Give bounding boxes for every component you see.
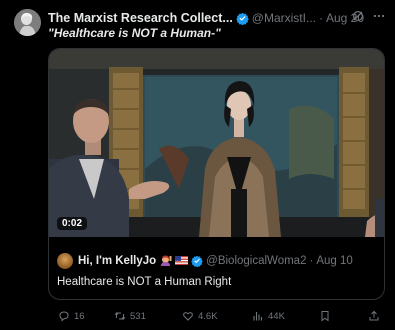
us-flag-emoji-icon (175, 255, 189, 268)
reply-button[interactable]: 16 (58, 310, 85, 322)
quoted-separator-dot: · (309, 255, 314, 267)
quoted-post-header: Hi, I'm KellyJo @BiologicalWoma2 · Aug 1… (57, 253, 353, 269)
quoted-verified-badge-icon (191, 255, 203, 267)
verified-badge-icon (236, 12, 249, 25)
quoted-author-name[interactable]: Hi, I'm KellyJo (78, 255, 156, 267)
separator-dot: · (318, 11, 323, 25)
quoted-author-handle[interactable]: @BiologicalWoma2 (206, 255, 306, 267)
author-name[interactable]: The Marxist Research Collect... (48, 11, 233, 25)
quoted-post-date[interactable]: Aug 10 (316, 255, 352, 267)
video-duration-badge: 0:02 (57, 217, 88, 230)
grok-icon[interactable] (351, 9, 365, 23)
tweet-header: The Marxist Research Collect... @Marxist… (48, 9, 389, 27)
share-button[interactable] (368, 310, 384, 322)
reply-icon (59, 311, 69, 322)
tweet[interactable]: The Marxist Research Collect... @Marxist… (0, 0, 395, 330)
repost-button[interactable]: 531 (114, 310, 146, 322)
views-icon (253, 312, 263, 321)
quoted-post-text: Healthcare is NOT a Human Right (57, 276, 232, 288)
author-handle[interactable]: @MarxistI... (252, 11, 316, 25)
views-count: 44K (268, 310, 285, 322)
views-button[interactable]: 44K (252, 310, 285, 322)
like-icon (183, 312, 193, 321)
bookmark-button[interactable] (319, 310, 335, 322)
repost-count: 531 (130, 310, 146, 322)
reply-count: 16 (74, 310, 85, 322)
quoted-author-avatar[interactable] (57, 253, 73, 269)
woman-raising-hand-emoji-icon (159, 255, 172, 268)
tweet-text: "Healthcare is NOT a Human-" (48, 26, 221, 40)
like-button[interactable]: 4.6K (182, 310, 218, 322)
share-icon (369, 310, 379, 321)
video-player[interactable]: 0:02 (49, 49, 384, 237)
more-icon[interactable] (372, 9, 386, 23)
repost-icon (114, 312, 126, 320)
video-thumbnail (49, 49, 384, 237)
like-count: 4.6K (198, 310, 218, 322)
author-avatar[interactable] (14, 9, 41, 36)
quoted-post-card[interactable]: 0:02 Hi, I'm KellyJo @BiologicalWoma2 · … (48, 48, 385, 300)
bookmark-icon (321, 311, 329, 322)
action-bar: 16 531 4.6K 44K (48, 310, 385, 324)
